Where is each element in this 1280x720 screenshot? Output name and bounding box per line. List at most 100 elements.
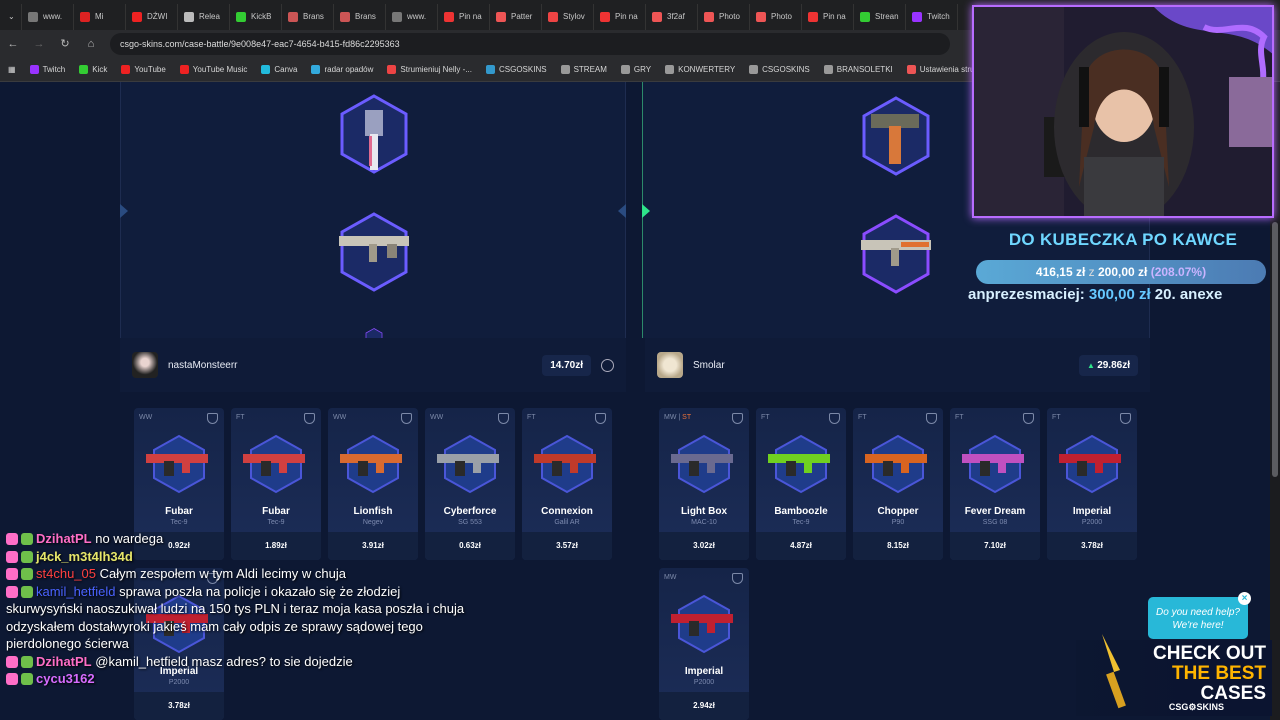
tab-label: Pin na bbox=[615, 12, 638, 21]
chat-username[interactable]: st4chu_05 bbox=[36, 566, 96, 581]
back-icon[interactable]: ← bbox=[6, 37, 20, 51]
bookmark-item[interactable]: Kick bbox=[79, 65, 107, 74]
tab-list-button[interactable]: ⌄ bbox=[4, 3, 22, 30]
bookmark-item[interactable]: CSGOSKINS bbox=[485, 65, 547, 74]
bookmark-icon bbox=[179, 65, 189, 74]
browser-tab[interactable]: Strean bbox=[854, 3, 906, 30]
browser-tab[interactable]: Patter bbox=[490, 3, 542, 30]
shield-icon[interactable] bbox=[732, 413, 743, 424]
browser-tab[interactable]: Photo bbox=[750, 3, 802, 30]
chat-username[interactable]: cycu3162 bbox=[36, 671, 95, 686]
chat-username[interactable]: kamil_hetfield bbox=[36, 584, 116, 599]
shield-icon[interactable] bbox=[829, 413, 840, 424]
bookmark-icon bbox=[79, 65, 89, 74]
browser-tab[interactable]: KickB bbox=[230, 3, 282, 30]
shield-icon[interactable] bbox=[926, 413, 937, 424]
browser-tab[interactable]: Brans bbox=[334, 3, 386, 30]
item-card[interactable]: FT Imperial P2000 3.78zł bbox=[1047, 408, 1137, 560]
shield-icon[interactable] bbox=[401, 413, 412, 424]
item-weapon: Tec-9 bbox=[267, 519, 285, 526]
item-card[interactable]: FT Chopper P90 8.15zł bbox=[853, 408, 943, 560]
shield-icon[interactable] bbox=[1023, 413, 1034, 424]
webcam-overlay bbox=[972, 5, 1274, 218]
chat-username[interactable]: DzihatPL bbox=[36, 654, 92, 669]
bookmark-item[interactable]: GRY bbox=[620, 65, 651, 74]
player-total: ▲ 29.86zł bbox=[1079, 354, 1138, 376]
bookmark-item[interactable]: radar opadów bbox=[311, 65, 373, 74]
shield-icon[interactable] bbox=[498, 413, 509, 424]
scrollbar-thumb[interactable] bbox=[1272, 222, 1278, 477]
browser-tab[interactable]: DŹWI bbox=[126, 3, 178, 30]
tab-label: KickB bbox=[251, 12, 272, 21]
browser-tab[interactable]: Stylov bbox=[542, 3, 594, 30]
stream-chat-overlay: DzihatPL no wardega j4ck_m3t4lh34d st4chu… bbox=[6, 530, 476, 688]
chat-text: no wardega bbox=[95, 531, 164, 546]
chat-badge-icon bbox=[21, 568, 33, 580]
browser-tab[interactable]: Twitch bbox=[906, 3, 958, 30]
shield-icon[interactable] bbox=[1120, 413, 1131, 424]
bookmark-icon bbox=[620, 65, 630, 74]
bookmark-item[interactable]: BRANSOLETKI bbox=[823, 65, 893, 74]
bookmark-item[interactable]: YouTube Music bbox=[179, 65, 248, 74]
browser-tab[interactable]: Pin na bbox=[802, 3, 854, 30]
item-card[interactable]: FT Fever Dream SSG 08 7.10zł bbox=[950, 408, 1040, 560]
browser-tab[interactable]: 3f2af bbox=[646, 3, 698, 30]
item-card[interactable]: FT Bamboozle Tec-9 4.87zł bbox=[756, 408, 846, 560]
bookmark-item[interactable]: Twitch bbox=[29, 65, 65, 74]
tab-label: Relea bbox=[199, 12, 220, 21]
tab-favicon-icon bbox=[548, 11, 558, 22]
bookmark-icon bbox=[261, 65, 271, 74]
shield-icon[interactable] bbox=[732, 573, 743, 584]
shield-icon[interactable] bbox=[595, 413, 606, 424]
browser-tab[interactable]: Photo bbox=[698, 3, 750, 30]
shield-icon[interactable] bbox=[207, 413, 218, 424]
chat-badge-icon bbox=[21, 673, 33, 685]
shield-icon[interactable] bbox=[304, 413, 315, 424]
browser-tab[interactable]: Pin na bbox=[594, 3, 646, 30]
item-condition: WW bbox=[430, 414, 444, 421]
url-bar[interactable]: csgo-skins.com/case-battle/9e008e47-eac7… bbox=[110, 33, 950, 55]
promo-banner[interactable]: CHECK OUT THE BEST CASES CSG⚙SKINS bbox=[1076, 634, 1272, 716]
chat-username[interactable]: j4ck_m3t4lh34d bbox=[36, 549, 133, 564]
player-name[interactable]: Smolar bbox=[693, 360, 725, 371]
bookmark-item[interactable]: Strumieniuj Nelly -... bbox=[387, 65, 472, 74]
browser-tab[interactable]: www. bbox=[386, 3, 438, 30]
avatar[interactable] bbox=[657, 352, 683, 378]
apps-grid-icon[interactable]: ▦ bbox=[8, 65, 16, 74]
browser-tab[interactable]: Brans bbox=[282, 3, 334, 30]
bookmark-item[interactable]: CSGOSKINS bbox=[749, 65, 810, 74]
avatar[interactable] bbox=[132, 352, 158, 378]
bookmark-label: CSGOSKINS bbox=[762, 65, 810, 74]
home-icon[interactable]: ⌂ bbox=[84, 37, 98, 51]
chat-badge-icon bbox=[21, 585, 33, 598]
bookmark-label: YouTube Music bbox=[192, 65, 248, 74]
chat-username[interactable]: DzihatPL bbox=[36, 531, 92, 546]
item-card[interactable]: FT Connexion Galil AR 3.57zł bbox=[522, 408, 612, 560]
bookmark-item[interactable]: Canva bbox=[261, 65, 297, 74]
item-card[interactable]: MW Imperial P2000 2.94zł bbox=[659, 568, 749, 720]
bookmark-item[interactable]: KONWERTERY bbox=[665, 65, 735, 74]
bookmark-item[interactable]: STREAM bbox=[560, 65, 607, 74]
bookmark-icon bbox=[823, 65, 833, 74]
item-name: Light Box bbox=[680, 506, 728, 517]
tab-label: www. bbox=[407, 12, 427, 21]
weapon-icon bbox=[534, 454, 596, 476]
emoji-icon[interactable] bbox=[601, 358, 614, 372]
forward-icon[interactable]: → bbox=[32, 37, 46, 51]
item-name: Chopper bbox=[877, 506, 919, 517]
tab-label: Pin na bbox=[459, 12, 482, 21]
chat-message: DzihatPL no wardega bbox=[6, 530, 476, 548]
reload-icon[interactable]: ↻ bbox=[58, 37, 72, 51]
close-icon[interactable]: × bbox=[1238, 592, 1251, 605]
item-card[interactable]: MW | ST Light Box MAC-10 3.02zł bbox=[659, 408, 749, 560]
browser-tab[interactable]: Pin na bbox=[438, 3, 490, 30]
knife-icon bbox=[1102, 634, 1126, 709]
support-chat-bubble[interactable]: Do you need help? We're here! × bbox=[1148, 592, 1251, 639]
browser-tab[interactable]: www. bbox=[22, 3, 74, 30]
item-condition: FT bbox=[955, 414, 964, 421]
promo-line-1: CHECK OUT bbox=[1153, 643, 1266, 664]
browser-tab[interactable]: Relea bbox=[178, 3, 230, 30]
player-name[interactable]: nastaMonsteerr bbox=[168, 360, 237, 371]
bookmark-item[interactable]: YouTube bbox=[121, 65, 166, 74]
browser-tab[interactable]: Mi bbox=[74, 3, 126, 30]
